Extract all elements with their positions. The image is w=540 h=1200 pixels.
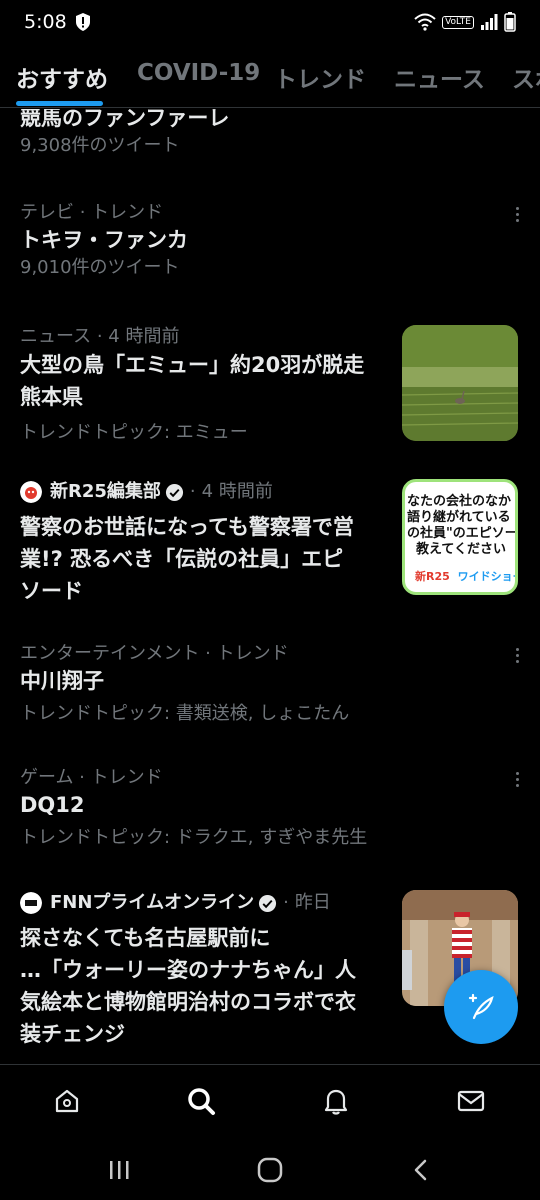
news-title-line: 業!? 恐るべき「伝説の社員」エピ [20, 547, 344, 571]
wifi-icon [414, 13, 436, 31]
trend-item[interactable]: テレビ · トレンド トキヲ・ファンカ 9,010件のツイート [20, 201, 520, 281]
source-name: 新R25編集部 [50, 481, 161, 502]
news-thumbnail-r25[interactable]: なたの会社のなか 語り継がれている の社員"のエピソー 教えてください 新R25… [402, 479, 518, 595]
tab-sports[interactable]: スポ [512, 60, 540, 94]
tab-trending[interactable]: トレンド [274, 60, 366, 94]
status-time: 5:08 [24, 11, 67, 33]
source-avatar [20, 892, 42, 914]
news-source-row: 新R25編集部 · 4 時間前 [20, 479, 400, 505]
news-title-line: 気絵本と博物館明治村のコラボで衣 [20, 990, 356, 1014]
compose-feather-icon [468, 993, 494, 1020]
trend-context: テレビ · トレンド [20, 202, 164, 223]
back-icon [414, 1159, 427, 1181]
thumb-text-line: 語り継がれている [407, 510, 511, 525]
active-tab-indicator [16, 101, 103, 106]
news-title-line: 装チェンジ [20, 1022, 125, 1046]
tab-covid19[interactable]: COVID-19 [137, 60, 260, 86]
status-icons: VoLTE [414, 12, 516, 32]
thumb-text-line: の社員"のエピソー [407, 526, 518, 541]
trends-feed: 競馬のファンファーレ 9,308件のツイート テレビ · トレンド トキヲ・ファ… [0, 109, 540, 1064]
explore-tabs: おすすめ COVID-19 トレンド ニュース スポ [0, 44, 540, 108]
verified-icon [259, 894, 277, 912]
trend-item[interactable]: エンターテインメント · トレンド 中川翔子 トレンドトピック: 書類送検, し… [20, 642, 520, 726]
explore-tab[interactable] [185, 1085, 217, 1117]
system-navigation-bar [0, 1136, 540, 1200]
trend-topic: トレンドトピック: エミュー [20, 422, 248, 443]
thumb-text-line: なたの会社のなか [407, 494, 512, 509]
trend-context: ゲーム · トレンド [20, 767, 163, 788]
trend-topic: トレンドトピック: ドラクエ, すぎやま先生 [20, 827, 368, 848]
separator-dot: · [189, 481, 196, 502]
tab-recommended[interactable]: おすすめ [16, 60, 108, 94]
status-bar: 5:08 VoLTE [0, 0, 540, 44]
recents-icon [110, 1161, 129, 1179]
tweet-count: 9,010件のツイート [20, 257, 180, 278]
volte-badge: VoLTE [442, 15, 474, 29]
verified-icon [165, 483, 183, 501]
system-home-button[interactable] [256, 1156, 284, 1184]
trend-item[interactable]: 競馬のファンファーレ 9,308件のツイート [20, 109, 520, 159]
news-title-line: …「ウォーリー姿のナナちゃん」人 [20, 958, 356, 982]
news-thumbnail-emu[interactable] [402, 325, 518, 441]
news-time: 昨日 [294, 892, 331, 913]
trend-context: エンターテインメント · トレンド [20, 643, 289, 664]
tab-news[interactable]: ニュース [394, 60, 485, 94]
battery-icon [504, 12, 516, 32]
home-tab[interactable] [51, 1085, 83, 1117]
source-name: FNNプライムオンライン [50, 892, 255, 913]
news-item[interactable]: 新R25編集部 · 4 時間前 警察のお世話になっても警察署で営 業!? 恐るべ… [20, 479, 400, 607]
more-options-icon[interactable] [514, 207, 520, 225]
bottom-navigation [0, 1064, 540, 1136]
news-title-line: ソード [20, 579, 83, 603]
back-button[interactable] [407, 1156, 435, 1184]
shield-alert-icon [75, 13, 90, 31]
trend-title: 競馬のファンファーレ [20, 109, 230, 130]
compose-tweet-button[interactable] [444, 970, 518, 1044]
separator-dot: · [283, 892, 289, 913]
news-item[interactable]: FNNプライムオンライン · 昨日 探さなくても名古屋駅前に …「ウォーリー姿の… [20, 890, 400, 1050]
thumb-text-line: 教えてください [416, 542, 506, 557]
source-avatar [20, 481, 42, 503]
trend-title: DQ12 [20, 793, 85, 817]
thumb-subtitle: ワイドショー [457, 570, 518, 583]
news-source-row: FNNプライムオンライン · 昨日 [20, 890, 400, 916]
more-options-icon[interactable] [514, 648, 520, 666]
news-title-line: 探さなくても名古屋駅前に [20, 926, 271, 950]
home-icon [55, 1089, 79, 1113]
news-title-line: 警察のお世話になっても警察署で営 [20, 515, 354, 539]
trend-title: 中川翔子 [20, 669, 104, 693]
search-icon [188, 1088, 215, 1115]
news-item[interactable]: ニュース · 4 時間前 大型の鳥「エミュー」約20羽が脱走 熊本県 トレンドト… [20, 325, 400, 445]
messages-tab[interactable] [455, 1085, 487, 1117]
news-context: ニュース · 4 時間前 [20, 326, 180, 347]
tweet-count: 9,308件のツイート [20, 135, 180, 156]
news-time: 4 時間前 [201, 481, 273, 502]
more-options-icon[interactable] [514, 772, 520, 790]
news-title-line: 大型の鳥「エミュー」約20羽が脱走 [20, 353, 365, 377]
thumb-brand: 新R25 [415, 570, 450, 583]
notifications-icon [324, 1089, 348, 1115]
notifications-tab[interactable] [320, 1085, 352, 1117]
trend-title: トキヲ・ファンカ [20, 228, 188, 252]
trend-topic: トレンドトピック: 書類送検, しょこたん [20, 703, 350, 724]
signal-icon [481, 14, 498, 30]
messages-icon [457, 1090, 485, 1112]
home-circle-icon [257, 1157, 283, 1183]
trend-item[interactable]: ゲーム · トレンド DQ12 トレンドトピック: ドラクエ, すぎやま先生 [20, 766, 520, 850]
recents-button[interactable] [105, 1156, 133, 1184]
news-title-line: 熊本県 [20, 385, 83, 409]
